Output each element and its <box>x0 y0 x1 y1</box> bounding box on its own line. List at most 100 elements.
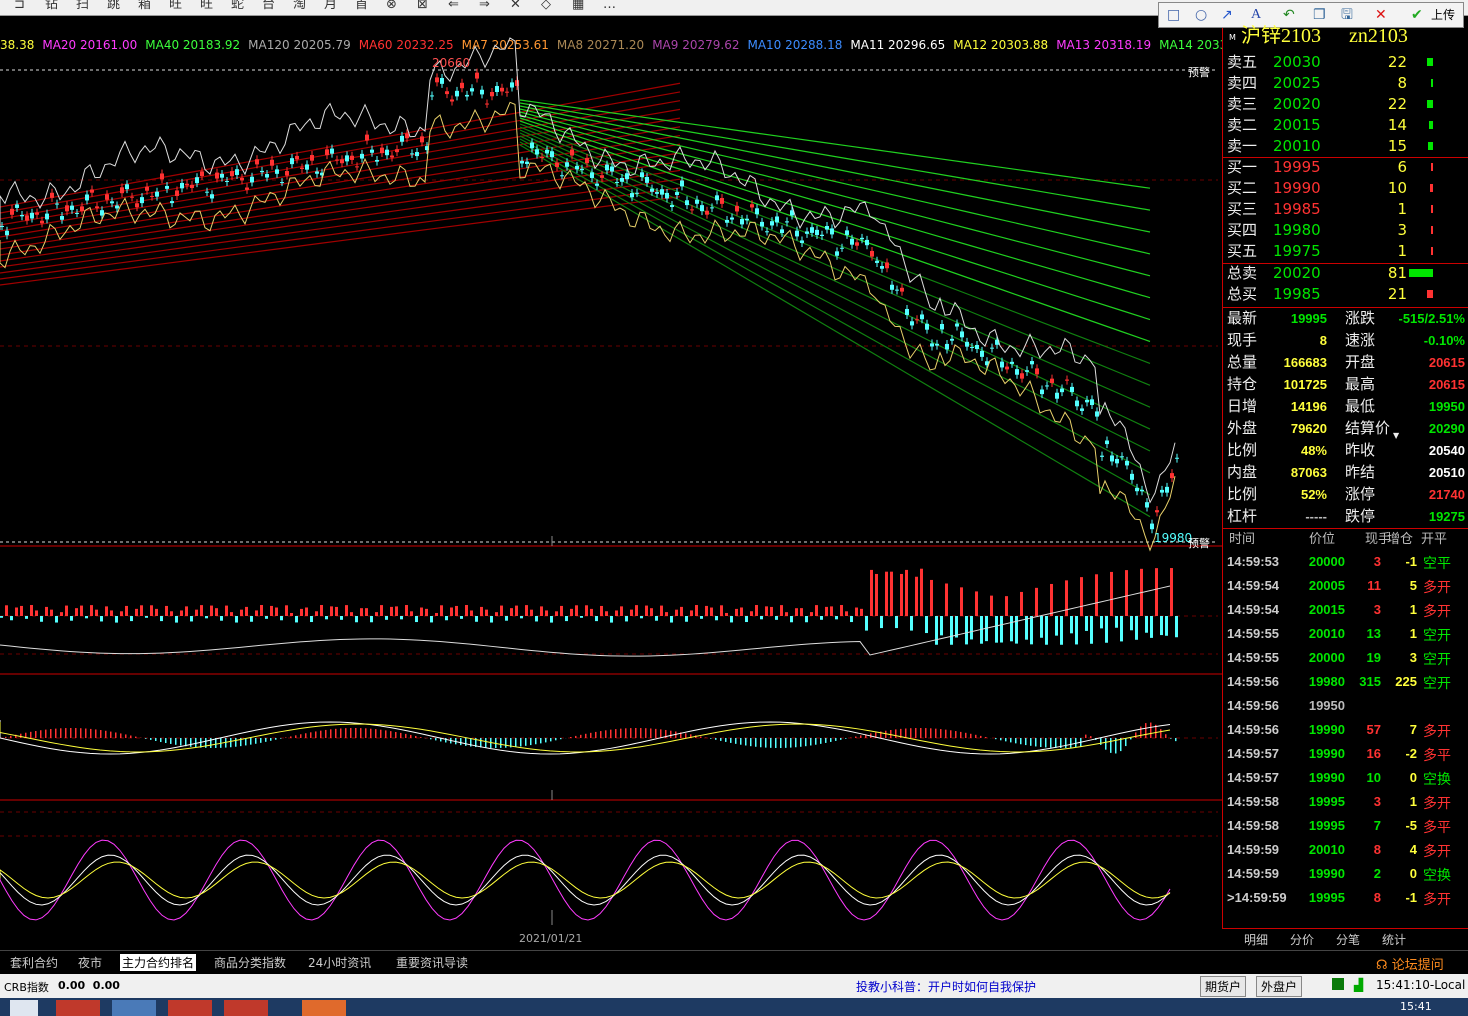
candle-body <box>465 94 469 97</box>
kdj-j <box>0 839 1171 921</box>
check-icon[interactable]: ✔ <box>1411 7 1423 23</box>
toolbar-icon[interactable]: 旺 <box>169 0 182 11</box>
ma-ribbon-green <box>519 117 1151 321</box>
toolbar-icon[interactable]: ◇ <box>541 0 551 11</box>
candle-body <box>375 159 379 162</box>
candle-body <box>170 201 174 204</box>
candle-body <box>915 319 919 321</box>
macd-bar <box>255 738 257 744</box>
toolbar-icon[interactable]: 首 <box>355 0 368 11</box>
toolbar-icon[interactable]: 蛇 <box>231 0 244 11</box>
volume-bar <box>1105 616 1108 643</box>
candle-body <box>365 134 369 141</box>
bottom-tab[interactable]: 重要资讯导读 <box>396 954 468 971</box>
task-button[interactable] <box>56 1000 100 1016</box>
book-volume: 22 <box>1387 53 1407 71</box>
volume-bar <box>280 616 283 621</box>
rect-tool-icon[interactable]: □ <box>1167 7 1180 23</box>
volume-bar <box>465 605 468 616</box>
candle-body <box>555 162 559 167</box>
macd-bar <box>765 738 767 748</box>
toolbar-icon[interactable]: 旺 <box>200 0 213 11</box>
bottom-tab[interactable]: 24小时资讯 <box>308 954 371 971</box>
macd-bar <box>995 738 997 740</box>
tab-0[interactable]: 明细 <box>1244 931 1268 948</box>
macd-bar <box>1070 738 1072 748</box>
volume-bar <box>470 610 473 616</box>
volume-bar <box>380 605 383 616</box>
macd-bar <box>760 738 762 748</box>
macd-bar <box>530 738 532 746</box>
undo-icon[interactable]: ↶ <box>1283 7 1295 23</box>
volume-bar <box>340 616 343 620</box>
bottom-tab[interactable]: 主力合约排名 <box>120 954 197 971</box>
upload-button[interactable]: 上传 <box>1431 7 1455 23</box>
tick-type: 空开 <box>1423 627 1451 643</box>
tick-price: 19990 <box>1308 866 1345 881</box>
toolbar-icon[interactable]: 跳 <box>107 0 120 11</box>
delete-icon[interactable]: ✕ <box>1375 7 1387 23</box>
tip-link[interactable]: 投教小科普：开户时如何自我保护 <box>856 978 1036 995</box>
volume-bar <box>655 616 658 621</box>
chevron-down-icon[interactable]: ▼ <box>1393 426 1399 446</box>
candle-body <box>455 90 459 97</box>
bottom-tab[interactable]: 夜市 <box>78 954 102 971</box>
macd-bar <box>625 728 627 738</box>
volume-bar <box>445 616 448 621</box>
volume-bar <box>1115 616 1118 628</box>
toolbar-icon[interactable]: 钻 <box>45 0 58 11</box>
tab-2[interactable]: 分笔 <box>1336 931 1360 948</box>
ellipse-tool-icon[interactable]: ○ <box>1195 7 1207 23</box>
task-button[interactable] <box>168 1000 212 1016</box>
tab-3[interactable]: 统计 <box>1382 931 1406 948</box>
toolbar-icon[interactable]: 箱 <box>138 0 151 11</box>
toolbar-icon[interactable]: ▦ <box>572 0 584 11</box>
candle-body <box>400 135 404 142</box>
text-tool-icon[interactable]: A <box>1251 7 1261 23</box>
futures-account-button[interactable]: 期货户 <box>1200 976 1247 997</box>
task-button[interactable] <box>302 1000 346 1016</box>
tab-1[interactable]: 分价 <box>1290 931 1314 948</box>
task-button[interactable] <box>10 1000 38 1016</box>
macd-bar <box>660 729 662 738</box>
foreign-account-button[interactable]: 外盘户 <box>1256 976 1303 997</box>
macd-bar <box>505 738 507 748</box>
copy-icon[interactable]: ❐ <box>1313 7 1326 23</box>
tick-time: 14:59:58 <box>1227 794 1280 809</box>
volume-bar <box>760 616 763 620</box>
bottom-tab[interactable]: 商品分类指数 <box>214 954 286 971</box>
toolbar-icon[interactable]: 淘 <box>293 0 306 11</box>
toolbar-icon[interactable]: … <box>603 0 616 11</box>
tick-row: >14:59:59 19995 8 -1 多开 <box>1223 886 1468 910</box>
task-button[interactable] <box>224 1000 268 1016</box>
candle-body <box>265 174 269 178</box>
candle-body <box>1150 523 1154 530</box>
toolbar-icon[interactable]: ⊗ <box>386 0 397 11</box>
toolbar-icon[interactable]: 月 <box>324 0 337 11</box>
candle-body <box>870 250 874 257</box>
toolbar-icon[interactable]: 台 <box>262 0 275 11</box>
toolbar-icon[interactable]: ⇒ <box>479 0 490 11</box>
macd-bar <box>985 736 987 738</box>
toolbar-icon[interactable]: ⊠ <box>417 0 428 11</box>
candle-body <box>655 192 659 194</box>
toolbar-icon[interactable]: ⇐ <box>448 0 459 11</box>
macd-bar <box>725 738 727 742</box>
macd-bar <box>1010 738 1012 743</box>
toolbar-icon[interactable]: ✕ <box>510 0 521 11</box>
macd-bar <box>1090 736 1092 738</box>
toolbar-icon[interactable]: ⊐ <box>14 0 25 11</box>
macd-bar <box>520 738 522 747</box>
forum-button[interactable]: ☊ 论坛提问 <box>1376 954 1444 973</box>
task-button[interactable] <box>112 1000 156 1016</box>
bottom-tab[interactable]: 套利合约 <box>10 954 58 971</box>
candle-body <box>460 82 464 89</box>
save-icon[interactable]: 🖫 <box>1341 7 1353 23</box>
arrow-tool-icon[interactable]: ↗ <box>1221 7 1233 23</box>
candle-body <box>470 88 474 92</box>
volume-bar <box>20 605 23 616</box>
candle-body <box>835 251 839 256</box>
toolbar-icon[interactable]: 扫 <box>76 0 89 11</box>
kline-chart[interactable]: 2066019980预警预警2021/01/21 <box>0 30 1222 950</box>
quote-value: -0.10% <box>1423 333 1465 348</box>
